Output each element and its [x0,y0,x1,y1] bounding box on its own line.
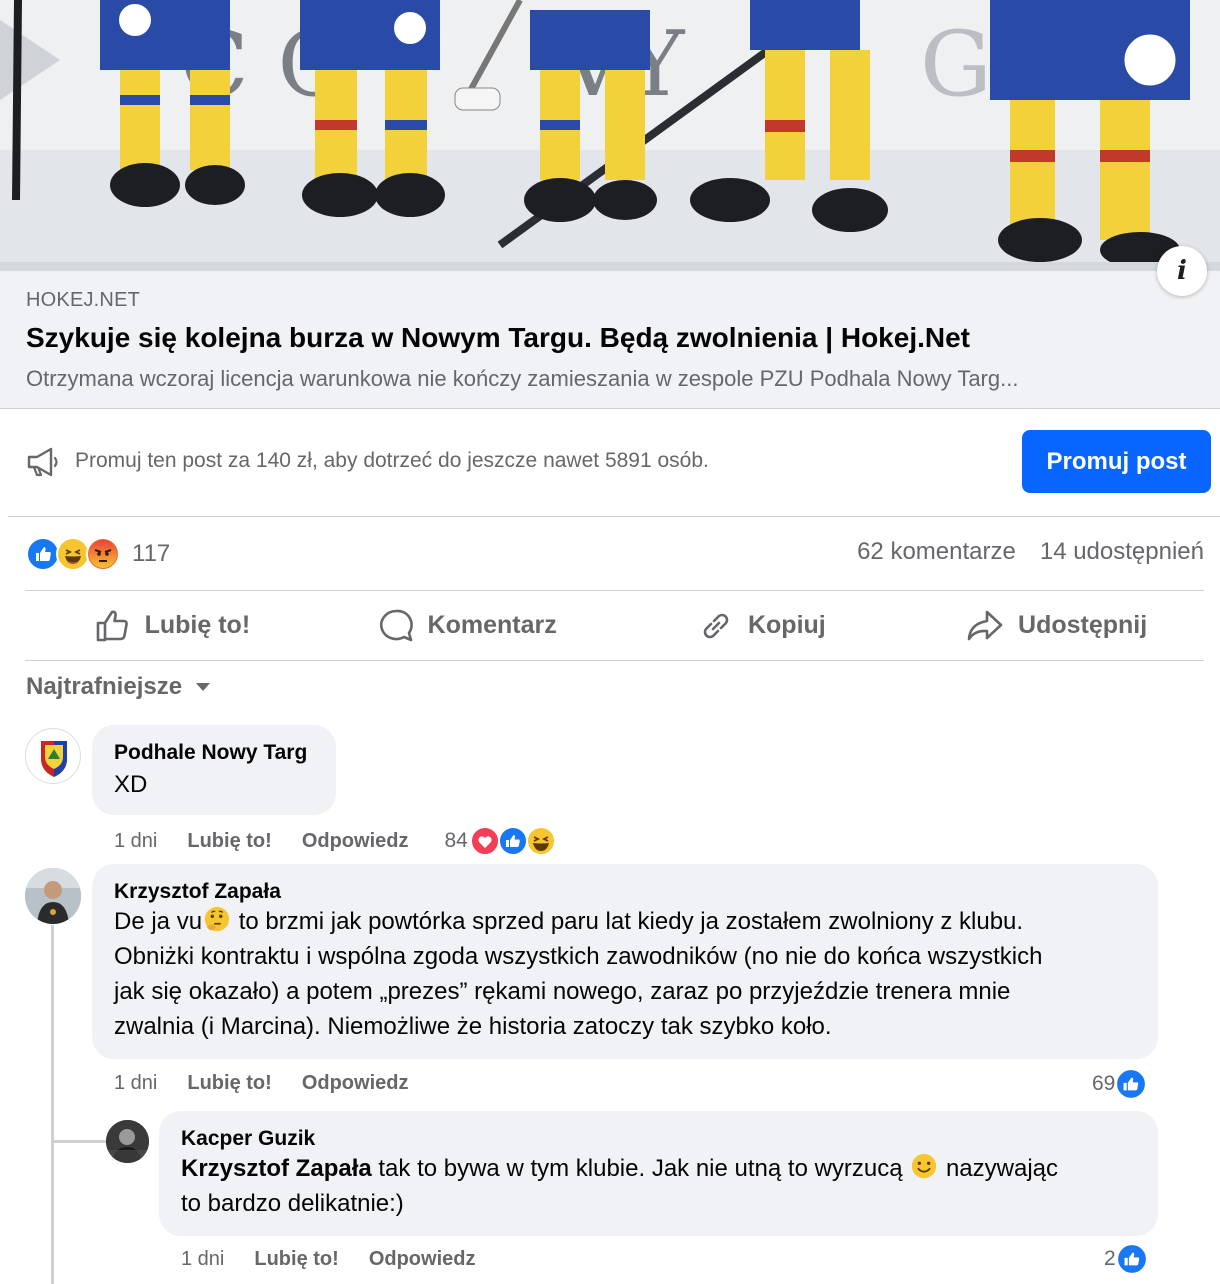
post-stats: 62 komentarze 14 udostępnień [857,538,1204,566]
comment-reactions[interactable]: 2 [1104,1243,1148,1275]
comment-bubble: Krzysztof Zapała De ja vu to brzmi jak p… [92,864,1158,1059]
comment-like-button[interactable]: Lubię to! [187,830,271,853]
comment-reaction-count: 69 [1092,1072,1116,1095]
comment-time[interactable]: 1 dni [181,1248,224,1271]
comment-reaction-count: 2 [1104,1247,1116,1270]
comment-text-line: to bardzo delikatnie:) [181,1190,404,1217]
comment-text-part: tak to bywa w tym klubie. Jak nie utną t… [371,1155,910,1182]
reaction-count: 117 [132,540,171,567]
link-description: Otrzymana wczoraj licencja warunkowa nie… [26,366,1019,391]
user-photo-icon [106,1120,149,1163]
comment-bubble: Podhale Nowy Targ XD [92,725,336,815]
copy-link-button[interactable]: Kopiuj [615,591,910,660]
comment-text-line: Obniżki kontraktu i wspólna zgoda wszyst… [114,943,1043,970]
comment-text: XD [114,771,148,798]
comment-button[interactable]: Komentarz [320,591,615,660]
share-button[interactable]: Udostępnij [909,591,1204,660]
comments-count-link[interactable]: 62 komentarze [857,538,1016,566]
link-preview-image[interactable]: C C VY G [0,0,1220,271]
comment-label: Komentarz [427,611,557,639]
club-crest-icon [41,741,67,777]
comment-reaction-count: 84 [444,829,468,852]
share-icon [967,610,1003,640]
thumbs-up-icon [96,610,128,641]
comment-author[interactable]: Podhale Nowy Targ [114,741,314,765]
comment-text-part: nazywając [939,1155,1059,1182]
reactions-summary[interactable]: 117 [26,536,170,572]
smile-emoji-icon [912,1153,937,1179]
like-button[interactable]: Lubię to! [25,591,320,660]
comment-text-line: De ja vu [114,908,203,935]
haha-reaction-icon [525,826,556,856]
thread-branch [51,1140,106,1143]
mention-link[interactable]: Krzysztof Zapała [181,1155,372,1182]
love-reaction-icon [469,826,500,856]
comment-meta: 1 dni Lubię to! Odpowiedz [114,1072,438,1095]
link-preview[interactable]: HOKEJ.NET Szykuje się kolejna burza w No… [0,271,1220,409]
comment-text-line: jak się okazało) a potem „prezes” rękami… [114,978,1011,1005]
sort-label: Najtrafniejsze [26,673,183,700]
hockey-players-photo: C C VY G [0,0,1220,271]
avatar-podhale[interactable] [25,728,81,784]
like-reaction-icon [26,537,60,571]
promote-post-button[interactable]: Promuj post [1022,430,1211,493]
comment-reactions[interactable] [469,826,556,856]
angry-reaction-icon [86,537,120,571]
comment-text-line: zwalnia (i Marcina). Niemożliwe że histo… [114,1013,832,1040]
divider [25,660,1204,661]
thread-line [51,925,54,1284]
comment-sort-dropdown[interactable]: Najtrafniejsze [26,673,212,701]
share-label: Udostępnij [1018,611,1148,639]
link-domain: HOKEJ.NET [26,289,141,311]
promote-text: Promuj ten post za 140 zł, aby dotrzeć d… [75,449,709,472]
comment-like-button[interactable]: Lubię to! [187,1072,271,1095]
comment-reactions[interactable]: 69 [1092,1068,1148,1100]
comment-author[interactable]: Kacper Guzik [181,1127,1136,1151]
comment-text: Krzysztof Zapała tak to bywa w tym klubi… [181,1151,1136,1221]
svg-text:G: G [920,12,992,117]
like-label: Lubię to! [144,611,251,639]
copy-label: Kopiuj [747,611,826,639]
caret-down-icon [196,683,211,691]
like-reaction-icon [1115,1243,1148,1275]
like-reaction-icon [1115,1068,1148,1100]
link-title[interactable]: Szykuje się kolejna burza w Nowym Targu.… [26,322,1194,354]
user-photo-icon [25,868,81,924]
reply-bubble: Kacper Guzik Krzysztof Zapała tak to byw… [159,1111,1158,1236]
comment-author[interactable]: Krzysztof Zapała [114,880,1136,904]
comment-meta: 1 dni Lubię to! Odpowiedz 84 [114,826,556,856]
info-icon[interactable]: i [1157,246,1207,296]
shares-count-link[interactable]: 14 udostępnień [1040,538,1204,566]
avatar-kacper[interactable] [106,1120,149,1163]
megaphone-icon [27,447,58,477]
avatar-krzysztof[interactable] [25,868,81,924]
comment-text-line: to brzmi jak powtórka sprzed paru lat ki… [232,908,1024,935]
post-action-bar: Lubię to! Komentarz Kopiuj Udostępnij [25,591,1204,660]
comment-time[interactable]: 1 dni [114,1072,157,1095]
link-icon [703,613,729,638]
comment-meta: 1 dni Lubię to! Odpowiedz [181,1248,505,1271]
comment-time[interactable]: 1 dni [114,830,157,853]
comment-icon [379,609,413,641]
comment-text: De ja vu to brzmi jak powtórka sprzed pa… [114,904,1136,1044]
promote-section: Promuj ten post za 140 zł, aby dotrzeć d… [0,409,1220,516]
comment-reply-button[interactable]: Odpowiedz [302,1072,409,1095]
haha-reaction-icon [56,537,90,571]
comment-reply-button[interactable]: Odpowiedz [302,830,409,853]
thinking-emoji-icon [204,906,230,932]
like-reaction-icon [497,826,528,856]
divider [8,516,1220,517]
comment-reply-button[interactable]: Odpowiedz [369,1248,476,1271]
comment-like-button[interactable]: Lubię to! [254,1248,338,1271]
